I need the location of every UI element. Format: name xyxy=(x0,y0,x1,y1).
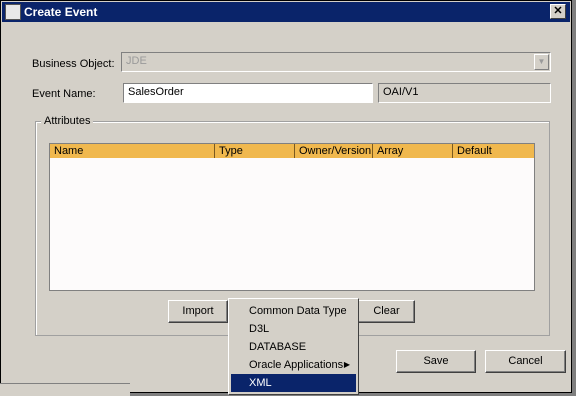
title-bar[interactable]: Create Event ✕ xyxy=(2,2,570,22)
event-name-value: SalesOrder xyxy=(128,86,184,98)
menu-item-label: D3L xyxy=(249,323,270,335)
table-header: Name Type Owner/Version Array Default xyxy=(50,144,534,159)
column-header-default[interactable]: Default xyxy=(453,144,534,158)
column-header-owner-version[interactable]: Owner/Version xyxy=(295,144,373,158)
close-button[interactable]: ✕ xyxy=(550,4,566,19)
column-header-array[interactable]: Array xyxy=(373,144,453,158)
column-header-type[interactable]: Type xyxy=(215,144,295,158)
window-title: Create Event xyxy=(24,5,98,19)
menu-item-label: Common Data Type xyxy=(249,305,347,317)
menu-item-label: DATABASE xyxy=(249,341,307,353)
menu-item-d3l[interactable]: D3L xyxy=(231,320,356,338)
event-name-label: Event Name: xyxy=(32,88,96,100)
import-button[interactable]: Import xyxy=(168,300,228,323)
submenu-arrow-icon: ▶ xyxy=(343,360,350,369)
cancel-button[interactable]: Cancel xyxy=(485,350,566,373)
menu-item-label: XML xyxy=(249,377,272,389)
table-body[interactable] xyxy=(50,158,534,290)
background-window-edge xyxy=(0,383,130,396)
attributes-table[interactable]: Name Type Owner/Version Array Default xyxy=(49,143,535,291)
menu-item-label: Oracle Applications xyxy=(249,359,344,371)
business-object-value: JDE xyxy=(126,55,147,67)
version-value: OAI/V1 xyxy=(383,86,419,98)
clear-button[interactable]: Clear xyxy=(358,300,415,323)
business-object-label: Business Object: xyxy=(32,58,115,70)
column-header-name[interactable]: Name xyxy=(50,144,215,158)
attributes-legend: Attributes xyxy=(41,115,94,127)
save-button[interactable]: Save xyxy=(396,350,476,373)
event-name-input[interactable]: SalesOrder xyxy=(123,83,373,103)
business-object-select[interactable]: JDE ▼ xyxy=(121,52,551,72)
app-icon xyxy=(5,4,21,20)
menu-item-common-data-type[interactable]: Common Data Type xyxy=(231,302,356,320)
menu-item-database[interactable]: DATABASE xyxy=(231,338,356,356)
version-field: OAI/V1 xyxy=(378,83,551,103)
add-type-popup-menu: Common Data Type D3L DATABASE Oracle App… xyxy=(228,298,359,395)
chevron-down-icon[interactable]: ▼ xyxy=(534,54,549,70)
menu-item-oracle-applications[interactable]: Oracle Applications ▶ xyxy=(231,356,356,374)
menu-item-xml[interactable]: XML xyxy=(231,374,356,392)
